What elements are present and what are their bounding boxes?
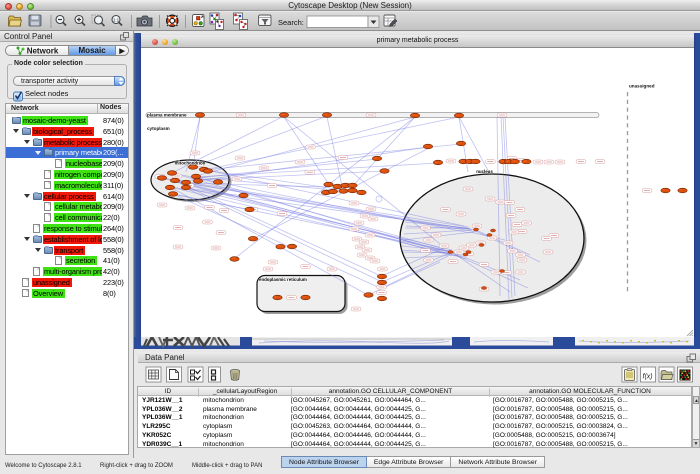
svg-text:endoplasmic reticulum: endoplasmic reticulum: [259, 277, 307, 282]
svg-text:mitochondrion: mitochondrion: [175, 161, 206, 166]
svg-text:f(x): f(x): [643, 374, 653, 381]
svg-text:1:1: 1:1: [113, 17, 120, 22]
svg-text:plasma membrane: plasma membrane: [147, 113, 187, 118]
svg-text:cytoplasm: cytoplasm: [147, 126, 170, 131]
svg-text:nucleus: nucleus: [476, 169, 493, 174]
svg-text:Search:: Search:: [278, 18, 304, 27]
svg-text:unassigned: unassigned: [629, 84, 655, 89]
